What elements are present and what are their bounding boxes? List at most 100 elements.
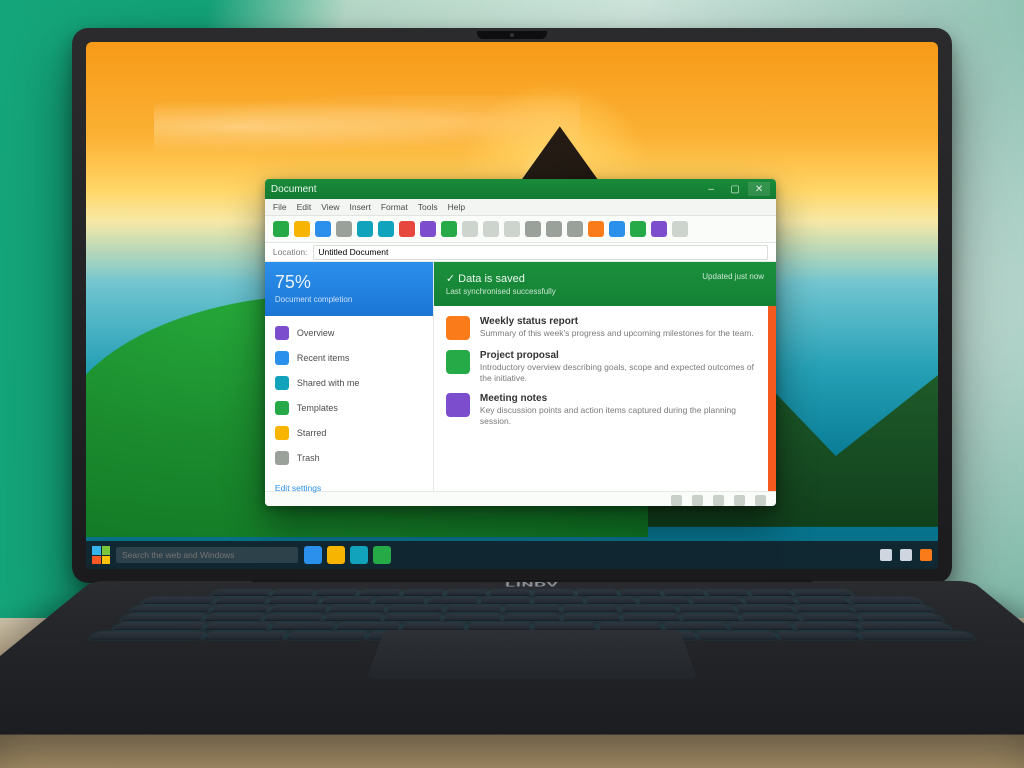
paste-icon[interactable] bbox=[441, 221, 457, 237]
key bbox=[359, 590, 401, 596]
key bbox=[384, 614, 441, 621]
align-right-icon[interactable] bbox=[567, 221, 583, 237]
key bbox=[799, 614, 859, 621]
key bbox=[534, 623, 595, 630]
key bbox=[272, 590, 315, 596]
redo-icon[interactable] bbox=[378, 221, 394, 237]
laptop: Document – ▢ ✕ File Edit View Insert Format T… bbox=[72, 28, 952, 741]
key bbox=[534, 597, 583, 603]
feed-item-1[interactable]: Project proposalIntroductory overview de… bbox=[446, 350, 756, 383]
sidebar-item-0[interactable]: Overview bbox=[271, 324, 427, 342]
zoom-in-icon[interactable] bbox=[734, 495, 745, 506]
hero-meta: Updated just now bbox=[702, 272, 764, 281]
key bbox=[682, 614, 740, 621]
key bbox=[663, 590, 705, 596]
copy-icon[interactable] bbox=[420, 221, 436, 237]
menu-tools[interactable]: Tools bbox=[418, 202, 438, 212]
content-hero: ✓ Data is saved Last synchronised succes… bbox=[434, 262, 776, 306]
feed-item-0[interactable]: Weekly status reportSummary of this week… bbox=[446, 316, 756, 340]
sidebar-item-3[interactable]: Templates bbox=[271, 399, 427, 417]
sidebar-item-4[interactable]: Starred bbox=[271, 424, 427, 442]
italic-icon[interactable] bbox=[483, 221, 499, 237]
link-icon[interactable] bbox=[609, 221, 625, 237]
align-center-icon[interactable] bbox=[546, 221, 562, 237]
key bbox=[205, 623, 271, 630]
key bbox=[387, 606, 443, 613]
menu-insert[interactable]: Insert bbox=[350, 202, 371, 212]
zoom-out-icon[interactable] bbox=[713, 495, 724, 506]
key bbox=[858, 614, 942, 621]
minimize-button[interactable]: – bbox=[700, 182, 722, 196]
key bbox=[329, 606, 386, 613]
list-icon[interactable] bbox=[588, 221, 604, 237]
table-icon[interactable] bbox=[651, 221, 667, 237]
taskbar-search[interactable] bbox=[116, 547, 298, 563]
feed-item-2[interactable]: Meeting notesKey discussion points and a… bbox=[446, 393, 756, 426]
key bbox=[270, 606, 328, 613]
taskbar-app-browser[interactable] bbox=[304, 546, 322, 564]
taskbar-app-mail[interactable] bbox=[373, 546, 391, 564]
feed-body: Key discussion points and action items c… bbox=[480, 405, 756, 426]
menu-edit[interactable]: Edit bbox=[297, 202, 312, 212]
cut-icon[interactable] bbox=[399, 221, 415, 237]
sidebar: 75% Document completion OverviewRecent i… bbox=[265, 262, 434, 491]
feed-thumb-icon bbox=[446, 316, 470, 340]
key bbox=[212, 590, 272, 596]
new-icon[interactable] bbox=[273, 221, 289, 237]
sidebar-item-label: Recent items bbox=[297, 353, 350, 363]
language-icon[interactable] bbox=[692, 495, 703, 506]
close-button[interactable]: ✕ bbox=[748, 182, 770, 196]
photo-scene: Document – ▢ ✕ File Edit View Insert Format T… bbox=[0, 0, 1024, 768]
window-title: Document bbox=[271, 184, 317, 195]
start-button[interactable] bbox=[92, 546, 110, 564]
address-bar: Location: bbox=[265, 243, 776, 262]
os-taskbar bbox=[86, 541, 938, 569]
title-bar[interactable]: Document – ▢ ✕ bbox=[265, 179, 776, 199]
menu-file[interactable]: File bbox=[273, 202, 287, 212]
key bbox=[620, 590, 661, 596]
address-input[interactable] bbox=[313, 245, 768, 260]
key bbox=[623, 614, 680, 621]
hero-lead: ✓ Data is saved bbox=[446, 272, 556, 285]
key bbox=[778, 632, 860, 640]
key bbox=[271, 623, 336, 630]
key bbox=[706, 590, 748, 596]
key bbox=[691, 597, 743, 603]
feed-list: Weekly status reportSummary of this week… bbox=[434, 306, 768, 491]
sidebar-footer-link[interactable]: Edit settings bbox=[265, 475, 433, 501]
zoom-icon[interactable] bbox=[672, 221, 688, 237]
menu-help[interactable]: Help bbox=[448, 202, 465, 212]
key bbox=[794, 606, 853, 613]
key bbox=[504, 614, 560, 621]
print-icon[interactable] bbox=[336, 221, 352, 237]
touchpad bbox=[366, 630, 697, 679]
sidebar-item-1[interactable]: Recent items bbox=[271, 349, 427, 367]
key bbox=[740, 614, 799, 621]
image-icon[interactable] bbox=[630, 221, 646, 237]
bold-icon[interactable] bbox=[462, 221, 478, 237]
sidebar-item-2[interactable]: Shared with me bbox=[271, 374, 427, 392]
taskbar-app-files[interactable] bbox=[327, 546, 345, 564]
sidebar-item-label: Templates bbox=[297, 403, 338, 413]
laptop-brand: LINDV bbox=[505, 582, 559, 589]
maximize-button[interactable]: ▢ bbox=[724, 182, 746, 196]
save-icon[interactable] bbox=[315, 221, 331, 237]
key bbox=[621, 606, 677, 613]
menu-view[interactable]: View bbox=[321, 202, 339, 212]
tray-network-icon[interactable] bbox=[880, 549, 892, 561]
align-left-icon[interactable] bbox=[525, 221, 541, 237]
tray-action-center-icon[interactable] bbox=[920, 549, 932, 561]
key bbox=[792, 590, 852, 596]
page-icon[interactable] bbox=[755, 495, 766, 506]
taskbar-app-store[interactable] bbox=[350, 546, 368, 564]
open-icon[interactable] bbox=[294, 221, 310, 237]
sidebar-item-5[interactable]: Trash bbox=[271, 449, 427, 467]
undo-icon[interactable] bbox=[357, 221, 373, 237]
menu-format[interactable]: Format bbox=[381, 202, 408, 212]
sidebar-item-icon bbox=[275, 326, 289, 340]
tray-volume-icon[interactable] bbox=[900, 549, 912, 561]
key bbox=[286, 632, 367, 640]
spellcheck-icon[interactable] bbox=[671, 495, 682, 506]
sidebar-item-icon bbox=[275, 401, 289, 415]
underline-icon[interactable] bbox=[504, 221, 520, 237]
